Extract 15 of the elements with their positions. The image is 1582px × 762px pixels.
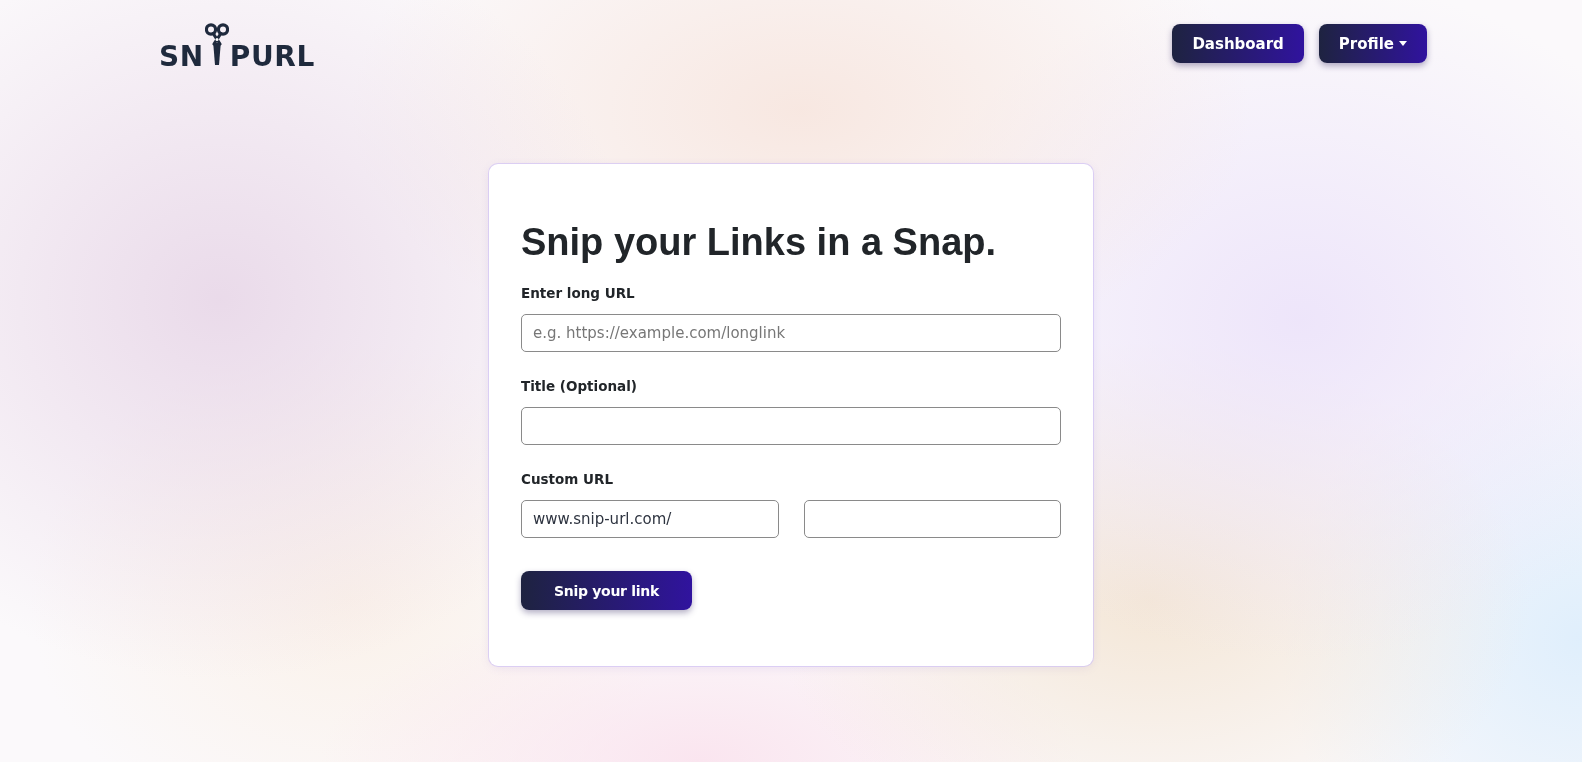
logo-text: SN	[159, 43, 204, 71]
field-label: Custom URL	[521, 470, 613, 489]
dropdown-button[interactable]: Profile	[1318, 24, 1427, 63]
nav-button[interactable]: Dashboard	[1172, 24, 1304, 63]
submit-button[interactable]: Snip your link	[521, 571, 692, 610]
field-label: Enter long URL	[521, 284, 635, 303]
input-field[interactable]	[803, 500, 1061, 538]
scissors-icon	[204, 23, 229, 65]
field-label: Title (Optional)	[521, 377, 637, 396]
caret-icon	[1399, 41, 1407, 46]
form-heading: Snip your Links in a Snap.	[521, 221, 997, 264]
input-field[interactable]: e.g. https://example.com/longlink	[521, 314, 1061, 352]
prefix-field[interactable]: www.snip-url.com/	[521, 500, 779, 538]
logo-text: PURL	[229, 43, 315, 71]
input-field[interactable]	[521, 407, 1061, 445]
